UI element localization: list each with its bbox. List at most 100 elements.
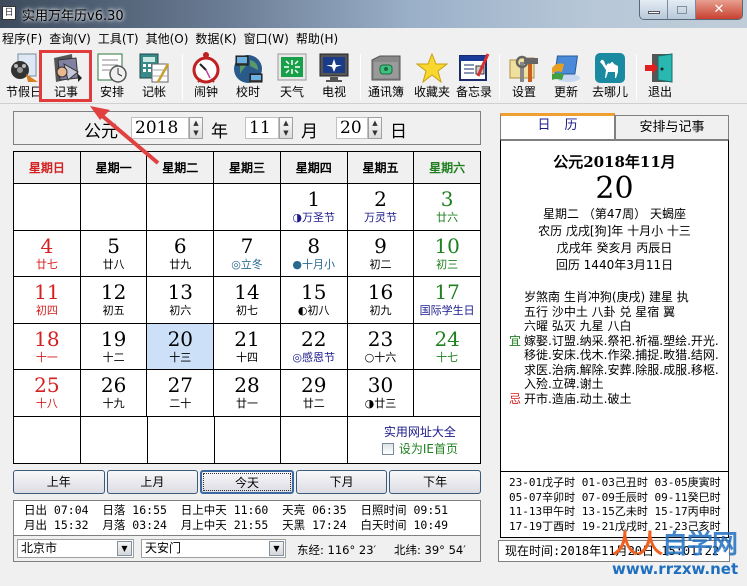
toolbar-favorites-button[interactable]: 收藏夹 bbox=[410, 50, 454, 102]
calendar-day[interactable]: 28 廿一 bbox=[214, 370, 281, 416]
calendar-day[interactable]: 2 万灵节 bbox=[348, 184, 415, 230]
toolbar-label: 闹钟 bbox=[193, 85, 218, 99]
toolbar-alarm-button[interactable]: 闹钟 bbox=[186, 50, 226, 102]
hours-row: 05-07辛卯时 07-09壬辰时 09-11癸巳时 bbox=[509, 490, 721, 504]
calendar-day[interactable]: 9 初二 bbox=[348, 230, 415, 277]
chevron-down-icon[interactable]: ▼ bbox=[269, 541, 284, 556]
tab-calendar[interactable]: 日历 bbox=[500, 113, 615, 139]
toolbar-update-button[interactable]: 更新 bbox=[546, 50, 586, 102]
toolbar-qunar-button[interactable]: 去哪儿 bbox=[588, 50, 632, 102]
set-homepage-checkbox[interactable] bbox=[381, 443, 394, 455]
menu-bar: 程序(F) 查询(V) 工具(T) 其他(O) 数据(K) 窗口(W) 帮助(H… bbox=[0, 28, 747, 48]
calendar-day[interactable]: 4 廿七 bbox=[14, 230, 81, 277]
menu-tools[interactable]: 工具(T) bbox=[98, 28, 143, 48]
day-number: 30 bbox=[367, 373, 394, 398]
maximize-button[interactable] bbox=[668, 0, 696, 19]
menu-program[interactable]: 程序(F) bbox=[2, 28, 46, 48]
calendar-day[interactable]: 19 十二 bbox=[81, 323, 148, 370]
year-spinner[interactable]: ▲ ▼ bbox=[189, 117, 203, 139]
calendar-day[interactable]: 7 ◎立冬 bbox=[214, 230, 281, 277]
calendar-day[interactable]: 22 ◎感恩节 bbox=[281, 323, 348, 370]
toolbar: 节假日 记事 安排 记帐 闹钟 校时 天气 电视 通讯簿 收藏夹 备忘录 设置 … bbox=[0, 48, 747, 104]
toolbar-sync-time-button[interactable]: 校时 bbox=[228, 50, 268, 102]
calendar-day[interactable]: 5 廿八 bbox=[81, 230, 148, 277]
month-input[interactable]: 11 bbox=[245, 117, 279, 139]
city-select[interactable]: 北京市 ▼ bbox=[17, 539, 134, 558]
date-selector: 公元 2018 ▲ ▼ 年 11 ▲ ▼ 月 20 ▲ ▼ 日 bbox=[13, 111, 481, 145]
district-select[interactable]: 天安门 ▼ bbox=[141, 539, 286, 558]
calendar-day[interactable]: 17 国际学生日 bbox=[414, 277, 480, 323]
lunar-label: 十七 bbox=[436, 350, 459, 364]
menu-other[interactable]: 其他(O) bbox=[146, 28, 193, 48]
suitable-label: 宜 bbox=[509, 333, 522, 348]
lunar-label: 十三 bbox=[169, 350, 192, 364]
menu-window[interactable]: 窗口(W) bbox=[244, 28, 293, 48]
prev-year-button[interactable]: 上年 bbox=[13, 470, 105, 494]
prev-month-button[interactable]: 上月 bbox=[106, 470, 199, 494]
day-spinner[interactable]: ▲ ▼ bbox=[368, 117, 382, 139]
minimize-button[interactable] bbox=[640, 0, 668, 19]
day-input[interactable]: 20 bbox=[336, 117, 368, 139]
calendar-week-row: 18 十一 19 十二 20 十三 21 十四 22 ◎感恩节 23 ○十六 24 十七 bbox=[14, 323, 480, 371]
calendar-day[interactable]: 26 十九 bbox=[81, 370, 148, 416]
menu-query[interactable]: 查询(V) bbox=[49, 28, 95, 48]
suitable-list: 嫁娶.订盟.纳采.祭祀.祈福.塑绘.开光.移徙.安床.伐木.作梁.捕捉.畋猎.结… bbox=[524, 333, 719, 392]
toolbar-settings-button[interactable]: 设置 bbox=[504, 50, 544, 102]
avoid-list: 开市.造庙.动土.破土 bbox=[524, 391, 632, 406]
calendar-day[interactable]: 3 廿六 bbox=[414, 184, 480, 230]
toolbar-tv-button[interactable]: 电视 bbox=[314, 50, 354, 102]
calendar-day[interactable]: 21 十四 bbox=[214, 323, 281, 370]
day-number: 16 bbox=[367, 280, 394, 305]
calendar-day[interactable]: 16 初九 bbox=[348, 277, 415, 323]
day-number: 10 bbox=[434, 233, 460, 258]
calendar-day[interactable]: 10 初三 bbox=[414, 231, 480, 277]
calendar-day-empty bbox=[281, 416, 349, 464]
minimize-icon bbox=[647, 11, 660, 14]
calendar-day[interactable]: 15 ◐初八 bbox=[281, 277, 348, 323]
lunar-label: 二十 bbox=[169, 397, 192, 411]
chevron-down-icon[interactable]: ▼ bbox=[117, 541, 132, 556]
calendar-day[interactable]: 23 ○十六 bbox=[348, 323, 415, 370]
toolbar-schedule-button[interactable]: 安排 bbox=[92, 50, 132, 102]
chinese-hours: 23-01戊子时 01-03己丑时 03-05庚寅时 05-07辛卯时 07-09… bbox=[500, 472, 729, 538]
next-month-button[interactable]: 下月 bbox=[295, 470, 388, 494]
calendar-day[interactable]: 24 十七 bbox=[414, 324, 480, 370]
menu-help[interactable]: 帮助(H) bbox=[296, 28, 342, 48]
today-button[interactable]: 今天 bbox=[200, 470, 294, 494]
weekday-week-zodiac: 星期二 （第47周） 天蝎座 bbox=[543, 207, 686, 221]
toolbar-holiday-button[interactable]: 节假日 bbox=[4, 50, 44, 102]
year-input[interactable]: 2018 bbox=[131, 117, 189, 139]
calendar-day[interactable]: 30 ◑廿三 bbox=[348, 370, 415, 416]
month-spinner[interactable]: ▲ ▼ bbox=[279, 117, 293, 139]
weekday-wednesday: 星期三 bbox=[214, 152, 281, 183]
lunar-label: 廿七 bbox=[35, 257, 58, 271]
calendar-day[interactable]: 8 ●十月小 bbox=[281, 230, 348, 277]
calendar-day[interactable]: 29 廿二 bbox=[281, 370, 348, 416]
calendar-day[interactable]: 13 初六 bbox=[147, 277, 215, 323]
window-title: 实用万年历v6.30 bbox=[22, 9, 124, 24]
calendar-day[interactable]: 14 初七 bbox=[214, 277, 281, 323]
next-year-button[interactable]: 下年 bbox=[389, 470, 481, 494]
close-button[interactable]: ✕ bbox=[696, 0, 742, 19]
sun-times-row: 日出 07:04 日落 16:55 日上中天 11:60 天亮 06:35 日照… bbox=[24, 503, 449, 517]
toolbar-weather-button[interactable]: 天气 bbox=[272, 50, 312, 102]
useful-sites-link[interactable]: 实用网址大全 bbox=[382, 424, 458, 441]
calendar-day[interactable]: 27 二十 bbox=[147, 370, 215, 416]
set-homepage-option[interactable]: 设为IE首页 bbox=[381, 441, 458, 457]
toolbar-memo-button[interactable]: 备忘录 bbox=[452, 50, 496, 102]
calendar-day[interactable]: 1 ◑万圣节 bbox=[281, 184, 348, 230]
calendar-day[interactable]: 12 初五 bbox=[81, 277, 148, 323]
tab-schedule-notes[interactable]: 安排与记事 bbox=[615, 115, 729, 139]
toolbar-accounts-button[interactable]: 记帐 bbox=[134, 50, 174, 102]
calendar-day[interactable]: 11 初四 bbox=[14, 277, 81, 323]
calendar-day[interactable]: 25 十八 bbox=[14, 370, 81, 416]
calendar-day[interactable]: 18 十一 bbox=[14, 323, 81, 370]
calendar-day-today[interactable]: 20 十三 bbox=[147, 323, 215, 370]
toolbar-contacts-button[interactable]: 通讯簿 bbox=[364, 50, 408, 102]
calendar-day[interactable]: 6 廿九 bbox=[147, 230, 215, 277]
tools-icon bbox=[508, 52, 540, 84]
day-number: 29 bbox=[301, 373, 327, 398]
toolbar-exit-button[interactable]: 退出 bbox=[640, 50, 680, 102]
suitable-activities: 宜嫁娶.订盟.纳采.祭祀.祈福.塑绘.开光.移徙.安床.伐木.作梁.捕捉.畋猎.… bbox=[509, 334, 728, 392]
menu-data[interactable]: 数据(K) bbox=[195, 28, 240, 48]
